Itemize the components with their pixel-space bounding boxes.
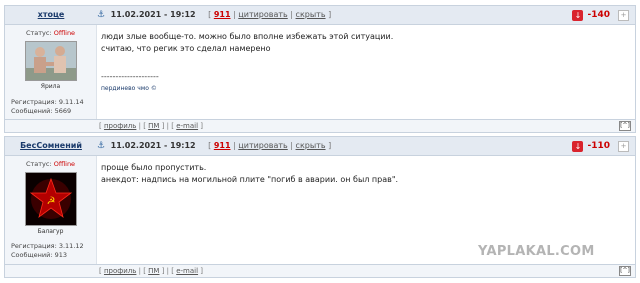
- profile-link[interactable]: профиль: [104, 267, 136, 275]
- post-content: люди злые вообще-то. можно было вполне и…: [101, 31, 627, 95]
- post-header: хтоце ⚓ 11.02.2021 - 19:12 [ 911 | цитир…: [4, 5, 636, 25]
- avatar-caption: Балагур: [37, 228, 64, 235]
- post-footer: [ профиль | [ ПМ ] | [ e-mail ] [^]: [4, 119, 636, 133]
- anchor-icon[interactable]: ⚓: [97, 137, 105, 155]
- post-text-line: анекдот: надпись на могильной плите "пог…: [101, 175, 399, 184]
- post-meta: ⚓ 11.02.2021 - 19:12 [ 911 | цитировать …: [97, 137, 331, 155]
- email-link[interactable]: e-mail: [176, 122, 198, 130]
- quote-link[interactable]: цитировать: [238, 141, 287, 150]
- author-name[interactable]: хтоце: [38, 10, 65, 19]
- registration-date: Регистрация: 3.11.12: [11, 242, 84, 250]
- rating-value: -110: [587, 141, 610, 151]
- user-status: Статус: Offline: [25, 160, 76, 168]
- post-text-line: проще было пропустить.: [101, 163, 207, 172]
- site-watermark: YAPLAKAL.COM: [478, 244, 595, 259]
- rate-down-icon[interactable]: ↓: [572, 140, 584, 152]
- footer-links: [ профиль | [ ПМ ] | [ e-mail ]: [99, 267, 204, 275]
- post-date: 11.02.2021 - 19:12: [110, 141, 196, 150]
- post-date: 11.02.2021 - 19:12: [110, 10, 196, 19]
- rating-value: -140: [587, 10, 610, 20]
- anchor-icon[interactable]: ⚓: [97, 6, 105, 24]
- rating: ↓ -110 +: [572, 139, 629, 153]
- post-footer: [ профиль | [ ПМ ] | [ e-mail ] [^]: [4, 264, 636, 278]
- registration-date: Регистрация: 9.11.14: [11, 98, 84, 106]
- author-cell: хтоце: [5, 6, 97, 24]
- pm-link[interactable]: ПМ: [148, 122, 159, 130]
- status-offline: Offline: [53, 29, 76, 37]
- post-text-line: люди злые вообще-то. можно было вполне и…: [101, 32, 394, 41]
- quote-link[interactable]: цитировать: [238, 10, 287, 19]
- rate-up-icon[interactable]: +: [618, 140, 629, 152]
- post-meta: ⚓ 11.02.2021 - 19:12 [ 911 | цитировать …: [97, 6, 331, 24]
- post-content: проще было пропустить. анекдот: надпись …: [101, 162, 627, 186]
- email-link[interactable]: e-mail: [176, 267, 198, 275]
- author-name[interactable]: БесСомнений: [20, 141, 82, 150]
- post: хтоце ⚓ 11.02.2021 - 19:12 [ 911 | цитир…: [4, 5, 636, 133]
- message-count: Сообщений: 913: [11, 251, 67, 259]
- post-number-link[interactable]: 911: [214, 141, 231, 150]
- svg-text:☭: ☭: [47, 196, 56, 207]
- profile-link[interactable]: профиль: [104, 122, 136, 130]
- avatar[interactable]: ☭: [25, 172, 77, 226]
- post-body: Статус: Offline Ярила Регистрация: 9.11.…: [4, 25, 636, 119]
- avatar-image: [26, 42, 76, 80]
- avatar-caption: Ярила: [40, 83, 61, 90]
- avatar-image: ☭: [26, 173, 76, 225]
- to-top-icon[interactable]: [^]: [619, 121, 631, 131]
- footer-links: [ профиль | [ ПМ ] | [ e-mail ]: [99, 122, 204, 130]
- hide-link[interactable]: скрыть: [296, 141, 326, 150]
- hide-link[interactable]: скрыть: [296, 10, 326, 19]
- rate-up-icon[interactable]: +: [618, 9, 629, 21]
- user-sidebar: Статус: Offline Ярила Регистрация: 9.11.…: [5, 25, 97, 119]
- rating: ↓ -140 +: [572, 8, 629, 22]
- pm-link[interactable]: ПМ: [148, 267, 159, 275]
- author-cell: БесСомнений: [5, 137, 97, 155]
- avatar[interactable]: [25, 41, 77, 81]
- post-header: БесСомнений ⚓ 11.02.2021 - 19:12 [ 911 |…: [4, 136, 636, 156]
- to-top-icon[interactable]: [^]: [619, 266, 631, 276]
- post-number-link[interactable]: 911: [214, 10, 231, 19]
- message-count: Сообщений: 5669: [11, 107, 72, 115]
- user-status: Статус: Offline: [25, 29, 76, 37]
- status-offline: Offline: [53, 160, 76, 168]
- user-sidebar: Статус: Offline ☭ Балагур Регистрация: 3…: [5, 156, 97, 264]
- post-text-line: считаю, что регик это сделал намерено: [101, 44, 271, 53]
- rate-down-icon[interactable]: ↓: [572, 9, 584, 21]
- signature-text: пердинево чмо ©: [101, 85, 157, 92]
- signature-divider: --------------------: [101, 72, 159, 81]
